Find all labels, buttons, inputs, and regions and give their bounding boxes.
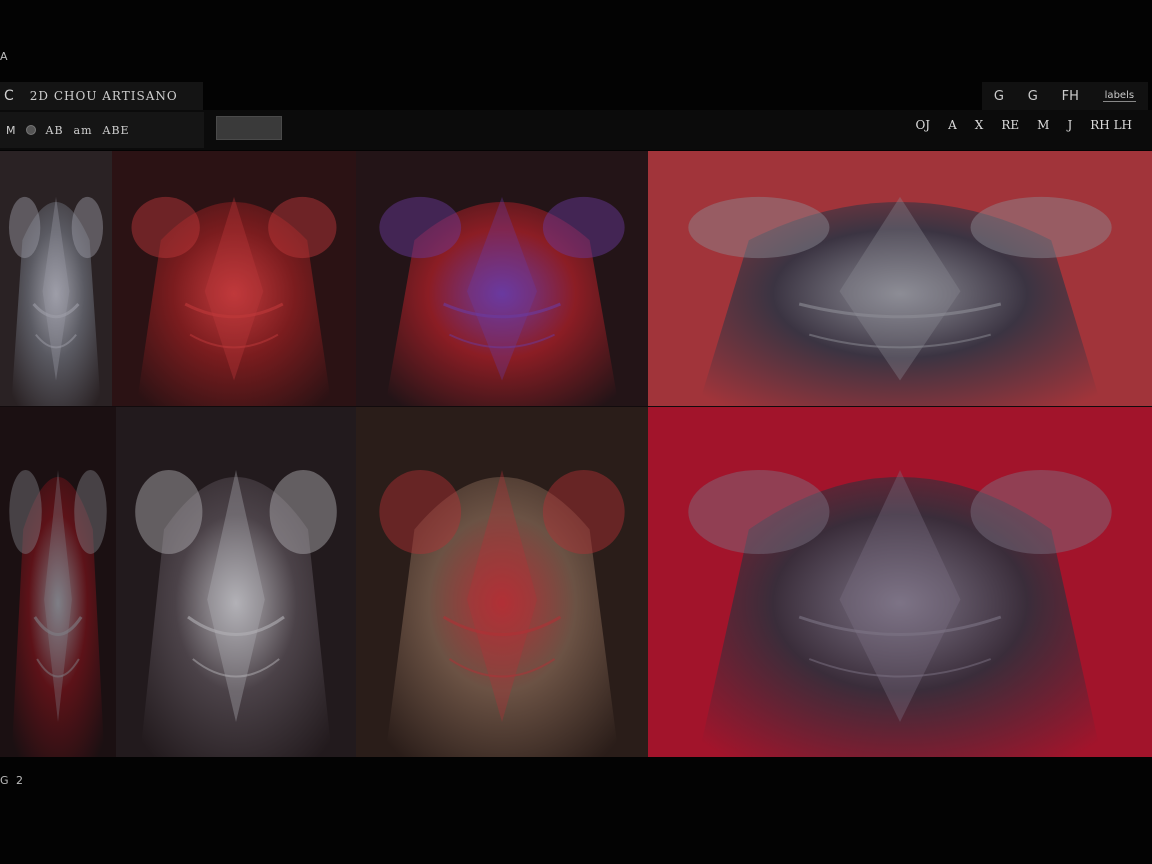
- tab-bar: C 2D CHOU ARTISANO G G FH labels: [0, 82, 1152, 110]
- window-title: A: [0, 50, 9, 63]
- armor-tile-6[interactable]: [116, 407, 356, 757]
- status-bar: G 2: [0, 774, 26, 787]
- armor-tile-4[interactable]: [648, 151, 1152, 406]
- reload-icon[interactable]: C: [4, 88, 14, 104]
- armor-tile-7[interactable]: [356, 407, 648, 757]
- toolbar-right-oj[interactable]: OJ: [915, 118, 930, 132]
- toolbar-right-re[interactable]: RE: [1001, 118, 1019, 132]
- tab-title: 2D CHOU ARTISANO: [29, 89, 178, 103]
- toolbar-item-ab[interactable]: AB: [46, 124, 64, 137]
- toolbar-item-am[interactable]: am: [74, 124, 93, 137]
- armor-tile-1[interactable]: [0, 151, 112, 406]
- window-controls: G G FH labels: [982, 82, 1148, 110]
- tab-active[interactable]: C 2D CHOU ARTISANO: [0, 82, 203, 110]
- control-fh[interactable]: FH: [1062, 89, 1079, 104]
- armor-tile-8[interactable]: [648, 407, 1152, 757]
- menu-m[interactable]: M: [6, 124, 16, 137]
- search-input[interactable]: [216, 116, 282, 140]
- toolbar-right-x[interactable]: X: [975, 118, 984, 132]
- armor-tile-2[interactable]: [112, 151, 356, 406]
- toolbar-right: OJ A X RE M J RH LH: [915, 118, 1132, 132]
- toolbar-item-abe[interactable]: ABE: [103, 124, 130, 137]
- control-g-1[interactable]: G: [994, 89, 1004, 104]
- status-dot-icon: [25, 125, 36, 135]
- toolbar-right-j[interactable]: J: [1067, 118, 1072, 132]
- control-g-2[interactable]: G: [1028, 89, 1038, 104]
- toolbar-left: M AB am ABE: [0, 112, 204, 148]
- toolbar: M AB am ABE OJ A X RE M J RH LH: [0, 110, 1152, 150]
- toolbar-right-rhlh[interactable]: RH LH: [1090, 118, 1132, 132]
- image-gallery: [0, 151, 1152, 757]
- armor-tile-5[interactable]: [0, 407, 116, 757]
- control-labels[interactable]: labels: [1102, 90, 1137, 102]
- armor-tile-3[interactable]: [356, 151, 648, 406]
- toolbar-right-a[interactable]: A: [948, 118, 957, 132]
- toolbar-right-m[interactable]: M: [1037, 118, 1049, 132]
